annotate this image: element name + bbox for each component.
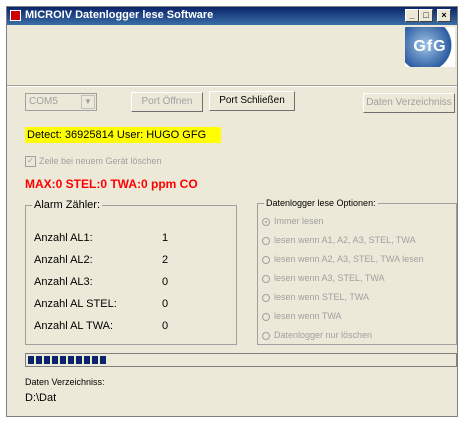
option-radio[interactable]: Datenlogger nur löschen — [262, 330, 372, 340]
read-progress-bar — [25, 353, 457, 367]
window-title: MICROIV Datenlogger lese Software — [25, 9, 214, 21]
progress-block — [52, 356, 58, 364]
progress-block — [36, 356, 42, 364]
option-label: lesen wenn A1, A2, A3, STEL, TWA — [274, 235, 416, 245]
port-open-button[interactable]: Port Öffnen — [131, 92, 203, 112]
option-radio[interactable]: lesen wenn A2, A3, STEL, TWA lesen — [262, 254, 424, 264]
alarm-row-value: 0 — [162, 276, 169, 288]
progress-block — [68, 356, 74, 364]
option-label: lesen wenn A3, STEL, TWA — [274, 273, 385, 283]
alarm-row-label: Anzahl AL TWA: — [34, 320, 114, 332]
option-radio[interactable]: Immer lesen — [262, 216, 324, 226]
radio-icon[interactable] — [262, 293, 270, 302]
delete-row-checkbox[interactable]: ✓ Zeile bei neuem Gerät löschen — [25, 156, 162, 168]
progress-block — [84, 356, 90, 364]
option-label: lesen wenn STEL, TWA — [274, 292, 370, 302]
option-label: lesen wenn TWA — [274, 311, 342, 321]
option-radio[interactable]: lesen wenn A1, A2, A3, STEL, TWA — [262, 235, 416, 245]
option-label: Datenlogger nur löschen — [274, 330, 373, 340]
option-radio[interactable]: lesen wenn TWA — [262, 311, 342, 321]
toolbar-divider — [7, 85, 457, 87]
option-label: lesen wenn A2, A3, STEL, TWA lesen — [274, 254, 424, 264]
alarm-row-label: Anzahl AL3: — [34, 276, 93, 288]
radio-icon[interactable] — [262, 312, 270, 321]
radio-icon[interactable] — [262, 331, 270, 340]
title-bar[interactable]: MICROIV Datenlogger lese Software _ □ × — [7, 7, 457, 25]
alarm-counter-title: Alarm Zähler: — [32, 199, 103, 211]
option-radio[interactable]: lesen wenn A3, STEL, TWA — [262, 273, 385, 283]
alarm-row-value: 2 — [162, 254, 169, 266]
minimize-icon[interactable]: _ — [405, 9, 419, 22]
app-window: MICROIV Datenlogger lese Software _ □ × … — [6, 6, 458, 417]
data-directory-path: D:\Dat — [25, 392, 57, 404]
gfg-logo: GfG — [405, 27, 455, 67]
radio-icon[interactable] — [262, 274, 270, 283]
progress-block — [100, 356, 106, 364]
progress-block — [44, 356, 50, 364]
port-select[interactable]: COM5 ▼ — [25, 93, 97, 111]
delete-row-label: Zeile bei neuem Gerät löschen — [39, 156, 162, 166]
progress-block — [92, 356, 98, 364]
alarm-counter-group: Alarm Zähler: Anzahl AL1: 1 Anzahl AL2: … — [25, 199, 237, 345]
app-icon — [10, 10, 21, 21]
alarm-row-label: Anzahl AL1: — [34, 232, 93, 244]
option-radio[interactable]: lesen wenn STEL, TWA — [262, 292, 369, 302]
alarm-row-value: 1 — [162, 232, 169, 244]
data-directory-button[interactable]: Daten Verzeichniss — [363, 93, 455, 113]
data-directory-label: Daten Verzeichniss: — [25, 377, 105, 387]
progress-block — [76, 356, 82, 364]
read-options-title: Datenlogger lese Optionen: — [264, 198, 378, 208]
progress-block — [60, 356, 66, 364]
close-icon[interactable]: × — [437, 9, 451, 22]
alarm-row-value: 0 — [162, 320, 169, 332]
read-options-group: Datenlogger lese Optionen: Immer lesen l… — [257, 198, 457, 345]
maximize-icon[interactable]: □ — [419, 9, 433, 22]
port-close-button[interactable]: Port Schließen — [209, 91, 295, 111]
port-select-value: COM5 — [29, 96, 58, 107]
option-label: Immer lesen — [274, 216, 324, 226]
max-stel-twa-readout: MAX:0 STEL:0 TWA:0 ppm CO — [25, 177, 198, 191]
chevron-down-icon[interactable]: ▼ — [81, 95, 95, 109]
progress-block — [28, 356, 34, 364]
alarm-row-label: Anzahl AL STEL: — [34, 298, 117, 310]
radio-icon[interactable] — [262, 236, 270, 245]
alarm-row-value: 0 — [162, 298, 169, 310]
alarm-row-label: Anzahl AL2: — [34, 254, 93, 266]
detect-info: Detect: 36925814 User: HUGO GFG — [25, 127, 221, 143]
checkbox-check-icon[interactable]: ✓ — [25, 156, 36, 168]
radio-selected-icon[interactable] — [262, 217, 270, 226]
radio-icon[interactable] — [262, 255, 270, 264]
